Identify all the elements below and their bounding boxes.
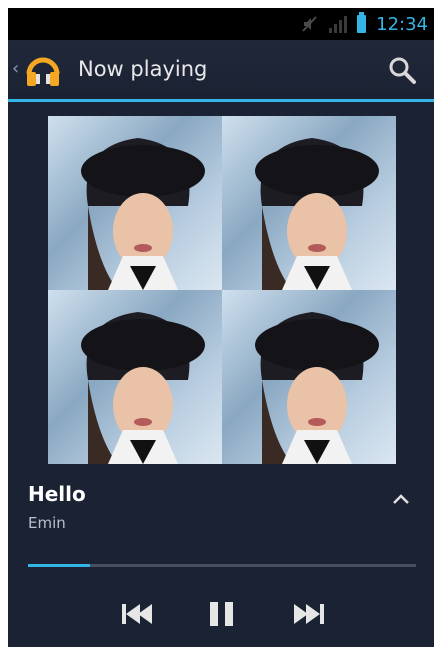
signal-icon bbox=[329, 15, 348, 33]
up-chevron-icon[interactable]: ‹ bbox=[12, 58, 19, 79]
skip-next-icon[interactable] bbox=[290, 600, 326, 628]
album-art bbox=[48, 116, 396, 464]
status-clock: 12:34 bbox=[376, 13, 428, 35]
playback-controls bbox=[8, 594, 434, 634]
album-art-tile bbox=[48, 116, 222, 290]
headphones-icon[interactable] bbox=[24, 52, 62, 90]
track-title: Hello bbox=[28, 482, 86, 506]
track-artist: Emin bbox=[28, 514, 66, 532]
battery-icon bbox=[357, 12, 367, 33]
album-art-tile bbox=[222, 116, 396, 290]
playback-progress-fill bbox=[28, 564, 91, 567]
action-bar: ‹ Now playing bbox=[8, 40, 434, 102]
page-title: Now playing bbox=[78, 57, 208, 81]
album-art-tile bbox=[48, 290, 222, 464]
chevron-up-icon[interactable] bbox=[390, 488, 412, 510]
pause-icon[interactable] bbox=[204, 600, 240, 628]
search-icon[interactable] bbox=[386, 54, 418, 86]
skip-previous-icon[interactable] bbox=[120, 600, 156, 628]
phone-screen: 12:34 ‹ Now playing Hello Emin bbox=[8, 8, 434, 647]
album-art-tile bbox=[222, 290, 396, 464]
mute-icon bbox=[301, 15, 319, 33]
playback-progress-bar[interactable] bbox=[28, 564, 416, 567]
status-bar: 12:34 bbox=[8, 8, 434, 40]
